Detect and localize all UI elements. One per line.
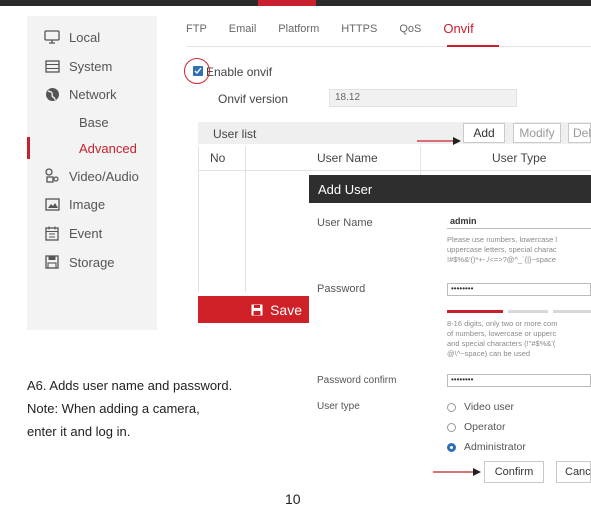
radio-label: Video user bbox=[464, 401, 515, 413]
user-list-title: User list bbox=[213, 127, 257, 141]
radio-icon bbox=[447, 422, 456, 432]
sidebar-item-label: Image bbox=[69, 196, 106, 212]
column-header-user-name: User Name bbox=[317, 151, 378, 165]
username-label: User Name bbox=[317, 217, 373, 229]
radio-icon bbox=[447, 402, 456, 412]
globe-icon bbox=[41, 87, 63, 102]
sidebar-item-label: Local bbox=[69, 29, 101, 45]
hint-line: uppercase letters, special charac bbox=[447, 245, 557, 254]
onvif-version-field: 18.12 bbox=[329, 89, 517, 107]
calendar-icon bbox=[41, 226, 63, 241]
save-label: Save bbox=[270, 301, 302, 318]
floppy-disk-icon bbox=[251, 304, 263, 315]
hint-line: @\^~space) can be used bbox=[447, 349, 531, 358]
check-icon bbox=[194, 67, 202, 75]
sidebar-item-local[interactable]: Local bbox=[27, 25, 157, 49]
user-type-video-user[interactable]: Video user bbox=[447, 401, 514, 413]
user-type-operator[interactable]: Operator bbox=[447, 421, 505, 433]
radio-label: Administrator bbox=[464, 441, 526, 453]
sidebar-item-label: Video/Audio bbox=[69, 168, 139, 184]
top-bar bbox=[0, 0, 591, 6]
tab-qos[interactable]: QoS bbox=[399, 23, 421, 45]
save-button[interactable]: Save bbox=[198, 296, 310, 323]
sidebar-item-storage[interactable]: Storage bbox=[27, 250, 157, 274]
tab-bar: FTP Email Platform HTTPS QoS Onvif bbox=[186, 21, 496, 45]
sidebar-item-label: Network bbox=[69, 86, 117, 102]
caption-line: A6. Adds user name and password. bbox=[27, 378, 233, 393]
hint-line: and special characters (!"#$%&'( bbox=[447, 339, 556, 348]
page-number: 10 bbox=[285, 491, 301, 507]
image-icon bbox=[41, 197, 63, 211]
table-border bbox=[198, 146, 199, 292]
sidebar-item-label: Advanced bbox=[79, 140, 137, 156]
caption-line: enter it and log in. bbox=[27, 424, 131, 439]
caption-line: Note: When adding a camera, bbox=[27, 401, 200, 416]
sidebar-item-video-audio[interactable]: Video/Audio bbox=[27, 164, 157, 188]
sidebar-item-base[interactable]: Base bbox=[27, 111, 157, 133]
sidebar-item-network[interactable]: Network bbox=[27, 82, 157, 106]
confirm-button[interactable]: Confirm bbox=[484, 461, 544, 483]
camera-icon bbox=[41, 168, 63, 184]
hint-line: Please use numbers, lowercase l bbox=[447, 235, 558, 244]
delete-button[interactable]: Del bbox=[568, 123, 591, 143]
password-strength-bar bbox=[508, 310, 548, 313]
tab-ftp[interactable]: FTP bbox=[186, 23, 207, 45]
arrow-right-icon bbox=[433, 468, 481, 476]
password-label: Password bbox=[317, 283, 366, 295]
sidebar-item-label: Storage bbox=[69, 254, 115, 270]
sidebar-item-label: System bbox=[69, 58, 113, 74]
sidebar-item-advanced[interactable]: Advanced bbox=[27, 137, 157, 159]
window-icon bbox=[41, 59, 63, 73]
hint-line: 8-16 digits, only two or more com bbox=[447, 319, 558, 328]
password-hint: 8-16 digits, only two or more com of num… bbox=[447, 319, 557, 359]
sidebar-item-label: Event bbox=[69, 225, 103, 241]
password-strength-bar bbox=[553, 310, 591, 313]
floppy-disk-icon bbox=[41, 255, 63, 269]
dialog-title: Add User bbox=[309, 175, 591, 203]
top-bar-accent bbox=[258, 0, 316, 6]
table-column-divider bbox=[420, 146, 421, 175]
tab-onvif[interactable]: Onvif bbox=[443, 21, 473, 45]
column-header-user-type: User Type bbox=[492, 151, 547, 165]
sidebar-item-image[interactable]: Image bbox=[27, 192, 157, 216]
tab-email[interactable]: Email bbox=[229, 23, 257, 45]
password-confirm-input[interactable]: •••••••• bbox=[447, 374, 591, 387]
onvif-version-label: Onvif version bbox=[218, 92, 289, 106]
add-button[interactable]: Add bbox=[463, 123, 505, 143]
tab-platform[interactable]: Platform bbox=[278, 23, 319, 45]
active-tab-indicator bbox=[447, 45, 499, 47]
radio-selected-icon bbox=[447, 442, 456, 452]
tab-https[interactable]: HTTPS bbox=[341, 23, 377, 45]
table-divider bbox=[198, 170, 591, 171]
password-confirm-label: Password confirm bbox=[317, 375, 397, 386]
modify-button[interactable]: Modify bbox=[513, 123, 561, 143]
username-hint: Please use numbers, lowercase l uppercas… bbox=[447, 235, 557, 265]
password-input[interactable]: •••••••• bbox=[447, 283, 591, 296]
table-column-divider bbox=[245, 146, 246, 292]
column-header-no: No bbox=[210, 151, 226, 165]
sidebar-item-label: Base bbox=[79, 114, 109, 130]
sidebar-item-event[interactable]: Event bbox=[27, 221, 157, 245]
enable-onvif-label: Enable onvif bbox=[206, 65, 273, 79]
password-strength-bar bbox=[447, 310, 503, 313]
enable-onvif-checkbox[interactable] bbox=[193, 66, 203, 76]
sidebar: Local System Network Base Advanced Video… bbox=[27, 16, 157, 330]
user-type-label: User type bbox=[317, 401, 360, 412]
arrow-right-icon bbox=[417, 137, 461, 145]
tab-divider bbox=[186, 46, 591, 47]
username-input[interactable]: admin bbox=[447, 216, 591, 229]
hint-line: !#$%&'()*+-./<=>?@^_`{|}~space bbox=[447, 255, 556, 264]
cancel-button[interactable]: Canc bbox=[556, 461, 591, 483]
monitor-icon bbox=[41, 30, 63, 44]
sidebar-item-system[interactable]: System bbox=[27, 54, 157, 78]
hint-line: of numbers, lowercase or upperc bbox=[447, 329, 557, 338]
radio-label: Operator bbox=[464, 421, 506, 433]
user-type-administrator[interactable]: Administrator bbox=[447, 441, 526, 453]
